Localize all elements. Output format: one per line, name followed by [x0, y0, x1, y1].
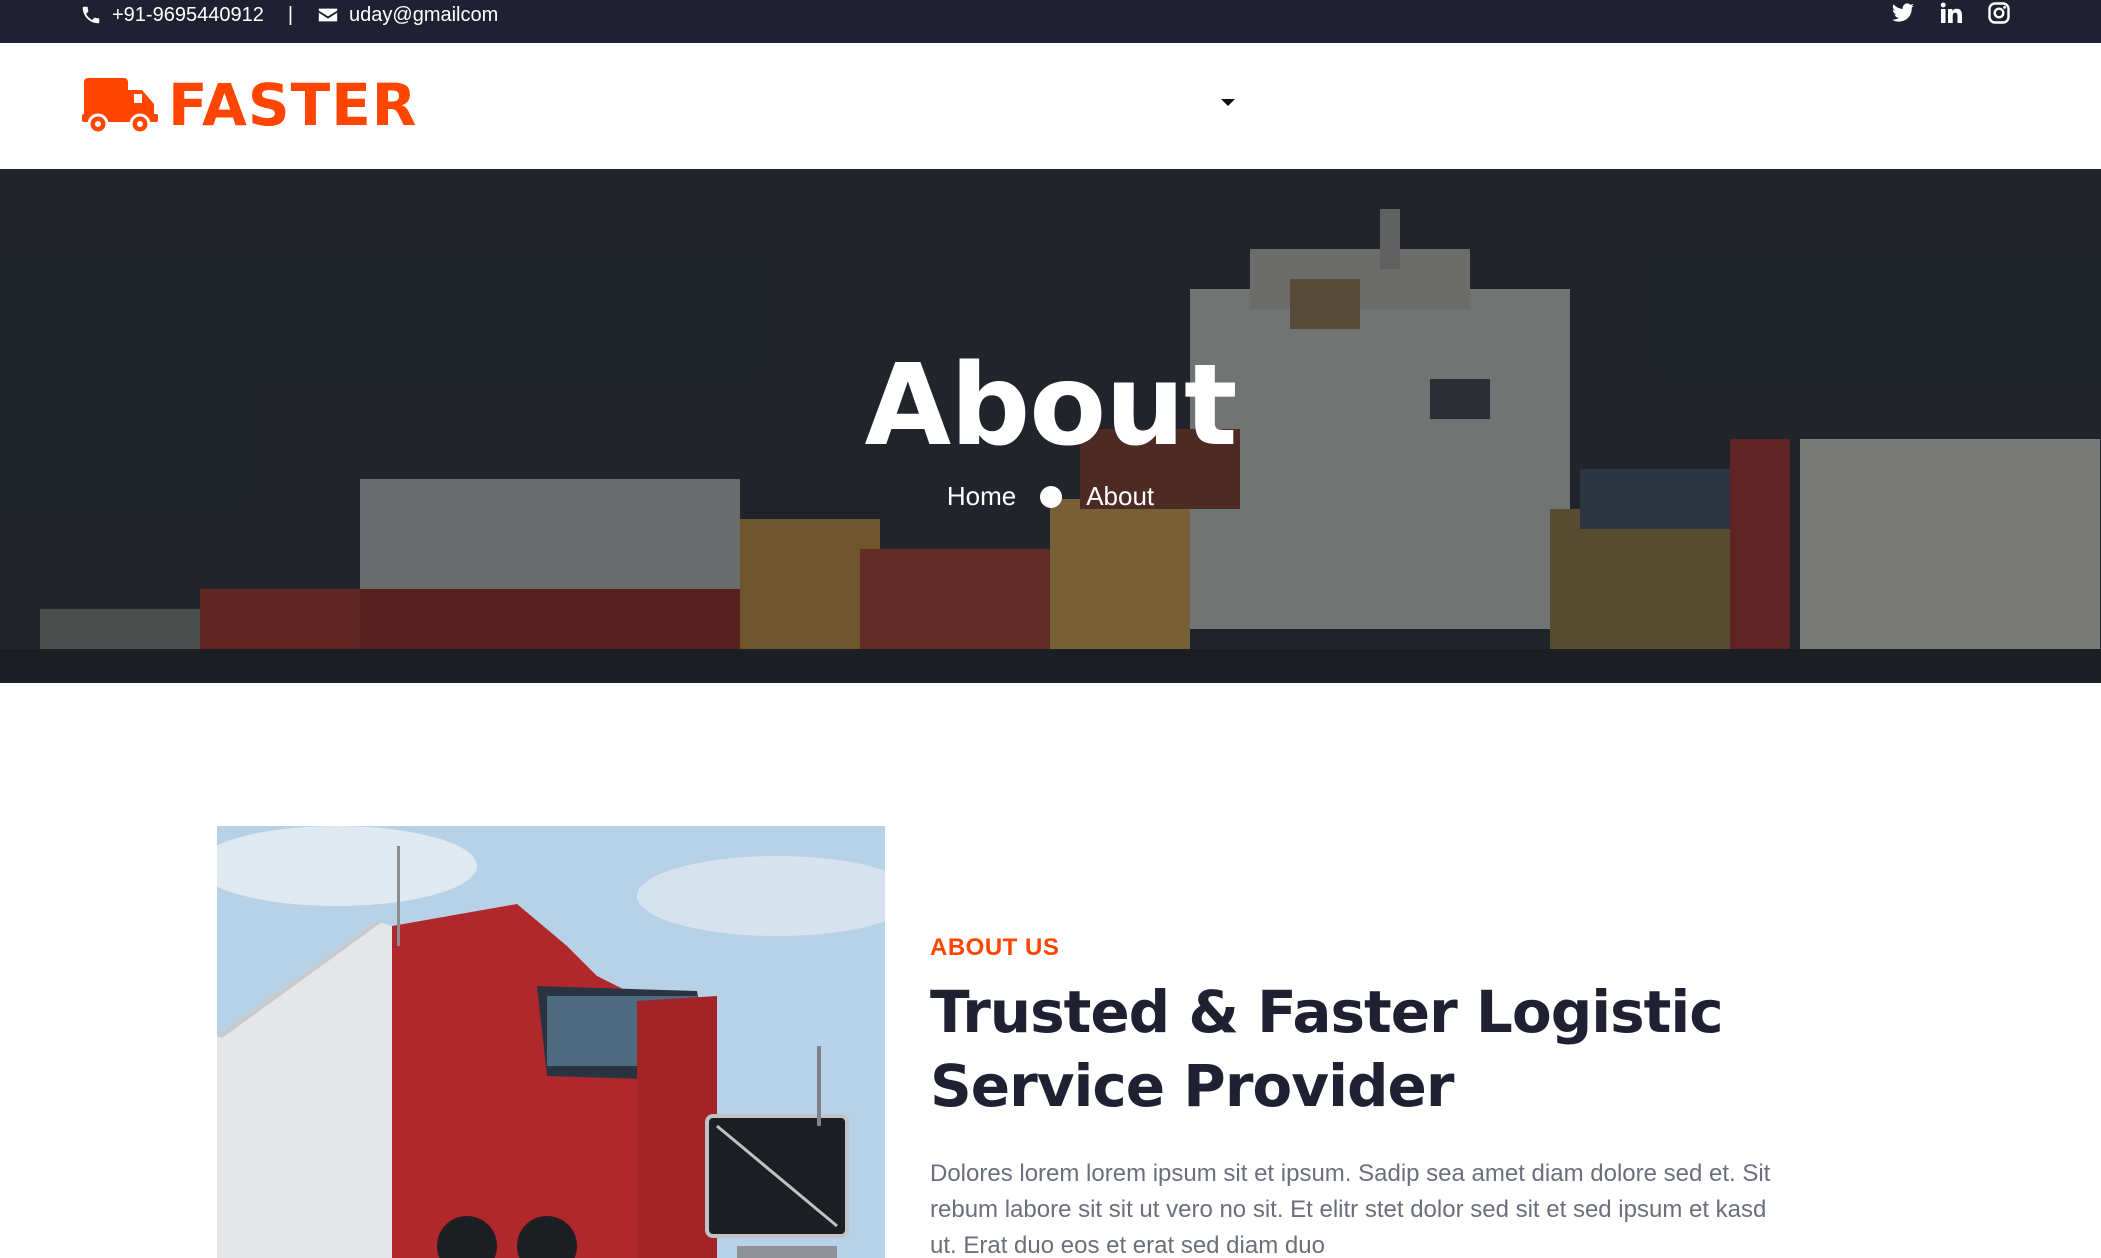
instagram-icon[interactable]	[1987, 1, 2011, 25]
about-truck-image	[217, 826, 885, 1258]
breadcrumb-home-link[interactable]: Home	[947, 481, 1016, 512]
twitter-icon[interactable]	[1891, 1, 1915, 25]
email-address[interactable]: uday@gmailcom	[349, 4, 498, 27]
breadcrumb-current: About	[1086, 481, 1155, 511]
breadcrumb-separator-icon	[1040, 485, 1063, 508]
paragraph-line-3: ut. Erat duo eos et erat sed diam duo	[930, 1232, 1325, 1258]
section-eyebrow: ABOUT US	[930, 934, 1060, 961]
linkedin-icon[interactable]	[1939, 1, 1963, 25]
paragraph-line-1: Dolores lorem lorem ipsum sit et ipsum. …	[930, 1160, 1771, 1187]
section-heading: Trusted & Faster Logistic Service Provid…	[930, 975, 1930, 1123]
page-header-hero: About Home About	[0, 169, 2101, 683]
contact-separator: |	[287, 3, 294, 26]
brand-logo[interactable]: FASTER	[82, 71, 417, 139]
paragraph-line-2: rebum labore sit sit ut vero no sit. Et …	[930, 1196, 1767, 1223]
section-paragraph: Dolores lorem lorem ipsum sit et ipsum. …	[930, 1156, 1880, 1258]
phone-icon	[80, 4, 102, 26]
phone-number[interactable]: +91-9695440912	[112, 4, 264, 27]
truck-logo-icon	[82, 74, 158, 136]
dropdown-caret-icon[interactable]	[1221, 99, 1235, 106]
heading-line-2: Service Provider	[930, 1052, 1454, 1120]
brand-name: FASTER	[168, 71, 418, 139]
envelope-icon	[317, 4, 339, 26]
page-title: About	[864, 341, 1237, 471]
social-links	[1891, 0, 2011, 26]
top-bar: +91-9695440912 | uday@gmailcom	[0, 0, 2101, 43]
contact-info: +91-9695440912 | uday@gmailcom	[80, 0, 498, 30]
navbar: FASTER	[0, 43, 2101, 169]
heading-line-1: Trusted & Faster Logistic	[930, 978, 1724, 1046]
breadcrumb: Home About	[0, 481, 2101, 512]
